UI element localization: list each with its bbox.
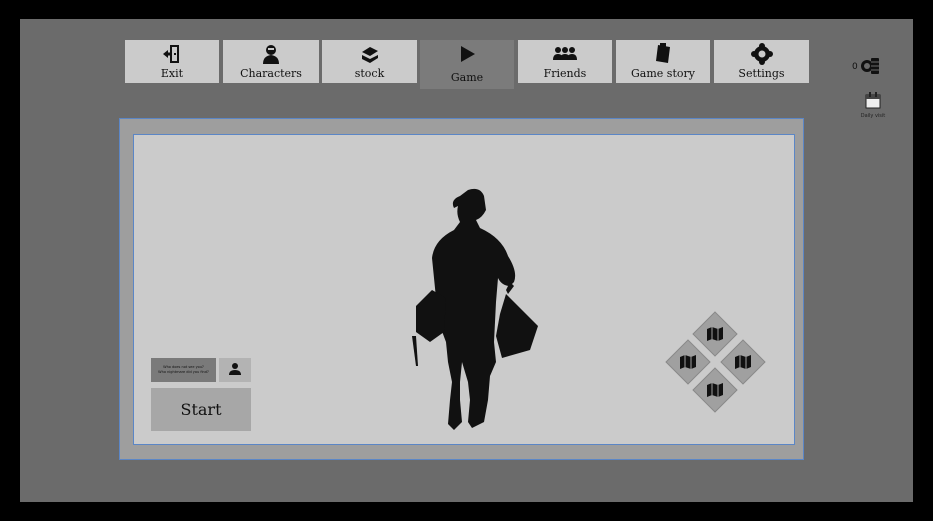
start-button[interactable]: Start: [151, 388, 251, 431]
tab-label: stock: [354, 67, 385, 80]
coin-stack-icon: [860, 55, 880, 79]
tab-label: Game: [450, 71, 484, 84]
tab-label: Friends: [543, 67, 587, 80]
tab-game[interactable]: Game: [420, 40, 514, 89]
tab-characters[interactable]: Characters: [223, 40, 319, 83]
character-silhouette: [410, 186, 540, 436]
tab-stock[interactable]: stock: [322, 40, 417, 83]
tab-label: Settings: [738, 67, 785, 80]
character-bust-icon: [260, 43, 282, 65]
prompt-line-2: Who nightmare did you find?: [158, 370, 209, 374]
map-icon: [735, 355, 751, 369]
coin-count: 0: [852, 62, 858, 72]
tab-exit[interactable]: Exit: [125, 40, 219, 83]
map-icon: [680, 355, 696, 369]
map-icon: [707, 383, 723, 397]
map-icon: [707, 327, 723, 341]
gear-icon: [750, 43, 773, 65]
currency-display: 0: [852, 55, 880, 79]
play-icon: [457, 43, 477, 65]
daily-visit-button[interactable]: Daily visit: [856, 91, 890, 119]
tab-settings[interactable]: Settings: [714, 40, 809, 83]
scroll-icon: [652, 43, 674, 65]
profile-button[interactable]: [219, 358, 251, 382]
person-icon: [228, 361, 242, 380]
tab-label: Game story: [631, 67, 695, 80]
exit-door-icon: [162, 43, 182, 65]
character-info-box[interactable]: Who does not see you? Who nightmare did …: [151, 358, 216, 382]
tab-label: Characters: [240, 67, 302, 80]
chest-icon: [359, 43, 381, 65]
tab-label: Exit: [160, 67, 184, 80]
daily-visit-label: Daily visit: [860, 113, 886, 119]
tab-game-story[interactable]: Game story: [616, 40, 710, 83]
calendar-icon: [864, 92, 882, 113]
friends-icon: [552, 43, 578, 65]
tab-friends[interactable]: Friends: [518, 40, 612, 83]
